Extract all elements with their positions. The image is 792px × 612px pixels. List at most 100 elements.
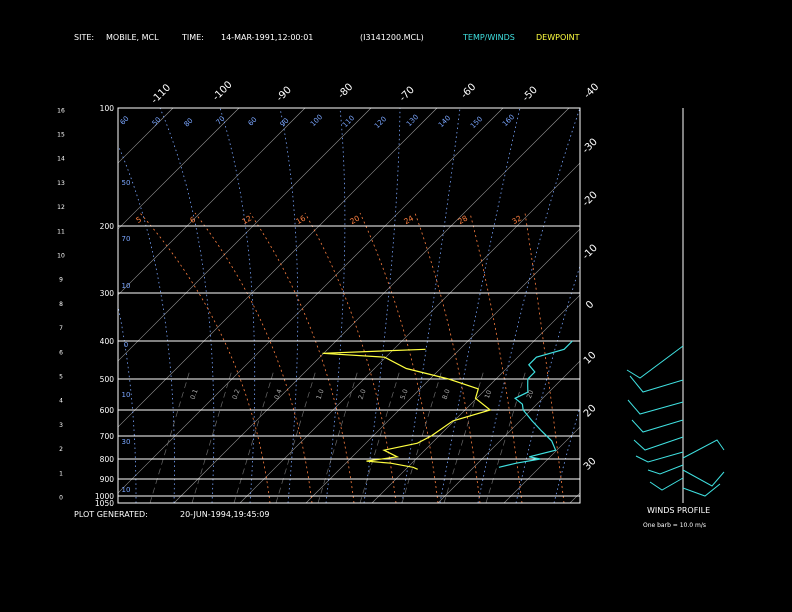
dry-adiabat-label: 90 [279, 117, 291, 129]
height-tick-16: 16 [57, 107, 65, 114]
dry-adiabat [592, 108, 760, 503]
dry-adiabat-label: 150 [469, 115, 484, 130]
height-tick-8: 8 [59, 301, 63, 308]
isotherm-line [118, 108, 372, 362]
top-temp-label: -100 [211, 79, 235, 103]
moist-adiabat [359, 212, 439, 503]
wind-barb [626, 345, 684, 379]
height-tick-7: 7 [59, 325, 63, 332]
moist-adiabat-label: 20 [348, 213, 361, 226]
mixing-ratio-label: 0.1 [189, 388, 200, 400]
pressure-label-600: 600 [100, 406, 115, 415]
moist-adiabat [524, 212, 565, 503]
wind-barb [629, 375, 684, 393]
isotherm-line [0, 108, 107, 503]
height-tick-9: 9 [59, 277, 63, 284]
dry-adiabat-label: 160 [501, 113, 516, 128]
wind-barb [682, 469, 725, 487]
mixing-ratio-label: 10 [483, 389, 493, 400]
pressure-label-200: 200 [100, 222, 115, 231]
dry-adiabat-side-label: 10 [122, 486, 131, 494]
dry-adiabat-label: 130 [405, 113, 420, 128]
pressure-label-1050: 1050 [95, 499, 114, 508]
mixing-ratio-line [233, 369, 275, 503]
dry-adiabat-side-label: 70 [122, 235, 131, 243]
mixing-ratio-line [191, 369, 233, 503]
top-temp-label: -90 [275, 85, 294, 104]
dry-adiabat-label: 60 [119, 115, 131, 127]
dry-adiabat-side-label: 50 [122, 179, 131, 187]
mixing-ratio-label: 5.0 [399, 388, 410, 400]
height-tick-5: 5 [59, 374, 63, 381]
plot-frame [117, 107, 581, 504]
moist-adiabat-label: 16 [294, 213, 307, 226]
pressure-label-900: 900 [100, 475, 115, 484]
top-temp-label: -50 [521, 85, 540, 104]
mixing-ratio-line [149, 369, 191, 503]
dry-adiabat-label: 140 [437, 114, 452, 129]
dry-adiabat-label: 70 [215, 115, 227, 127]
wind-barb [627, 399, 684, 415]
skew-t-diagram: 1002003004005006007008009001000105001234… [0, 79, 792, 508]
wind-barb [635, 451, 684, 463]
right-temp-label: 10 [582, 350, 599, 367]
dry-adiabat-label: 110 [341, 114, 356, 129]
right-temp-label: -10 [581, 243, 600, 262]
pressure-label-800: 800 [100, 455, 115, 464]
mixing-ratio-label: 2.0 [357, 388, 368, 400]
dry-adiabat [0, 108, 60, 503]
dry-adiabat-label: 80 [183, 117, 195, 129]
top-temp-label: -80 [336, 82, 355, 101]
dry-adiabat-side-label: 10 [122, 282, 131, 290]
height-tick-15: 15 [57, 132, 65, 139]
background-grid [0, 108, 792, 503]
wind-barb [649, 477, 684, 491]
top-temp-label: -110 [149, 82, 173, 106]
right-temp-label: -30 [581, 137, 600, 156]
isotherm-line [118, 108, 174, 164]
wind-barb [647, 464, 684, 475]
moist-adiabat-label: 32 [510, 213, 523, 226]
pressure-label-100: 100 [100, 104, 115, 113]
moist-adiabat [249, 212, 355, 503]
isotherm-line [239, 162, 580, 503]
dry-adiabat-side-label: 10 [122, 391, 131, 399]
dry-adiabat [325, 108, 346, 503]
right-temp-label: -20 [581, 190, 600, 209]
isotherm-line [0, 108, 41, 503]
height-tick-10: 10 [57, 253, 65, 260]
mixing-ratio-line [317, 369, 359, 503]
wind-barb [633, 436, 684, 451]
moist-adiabat-label: 5 [134, 215, 143, 225]
top-temp-label: -40 [582, 82, 601, 101]
dry-adiabat [630, 108, 792, 503]
mixing-ratio-line [359, 369, 401, 503]
right-temp-label: 0 [584, 299, 596, 311]
height-tick-1: 1 [59, 470, 63, 477]
isotherm-line [371, 294, 580, 503]
dry-adiabat-label: 100 [309, 113, 324, 128]
isotherm-line [118, 108, 240, 230]
dry-adiabat [439, 108, 521, 503]
plot-border [117, 107, 581, 504]
right-temp-label: 20 [582, 403, 599, 420]
top-temp-label: -70 [398, 85, 417, 104]
isotherm-line [569, 492, 580, 503]
height-tick-2: 2 [59, 446, 63, 453]
dry-adiabat [363, 108, 401, 503]
isotherm-line [503, 426, 580, 503]
height-tick-4: 4 [59, 398, 63, 405]
dry-adiabat [0, 108, 98, 503]
dry-adiabat-label: 120 [373, 115, 388, 130]
moist-adiabat-label: 24 [402, 213, 415, 226]
height-tick-12: 12 [57, 204, 65, 211]
moist-adiabat-label: 28 [456, 213, 469, 226]
height-tick-0: 0 [59, 495, 63, 502]
dry-adiabat-side-label: 0 [124, 341, 128, 349]
mixing-ratio-label: 0.2 [231, 388, 242, 400]
axis-labels: 1002003004005006007008009001000105001234… [57, 79, 601, 508]
dry-adiabat [118, 144, 175, 503]
height-tick-6: 6 [59, 349, 63, 356]
mixing-ratio-label: 20 [525, 389, 535, 400]
height-tick-11: 11 [57, 228, 65, 235]
